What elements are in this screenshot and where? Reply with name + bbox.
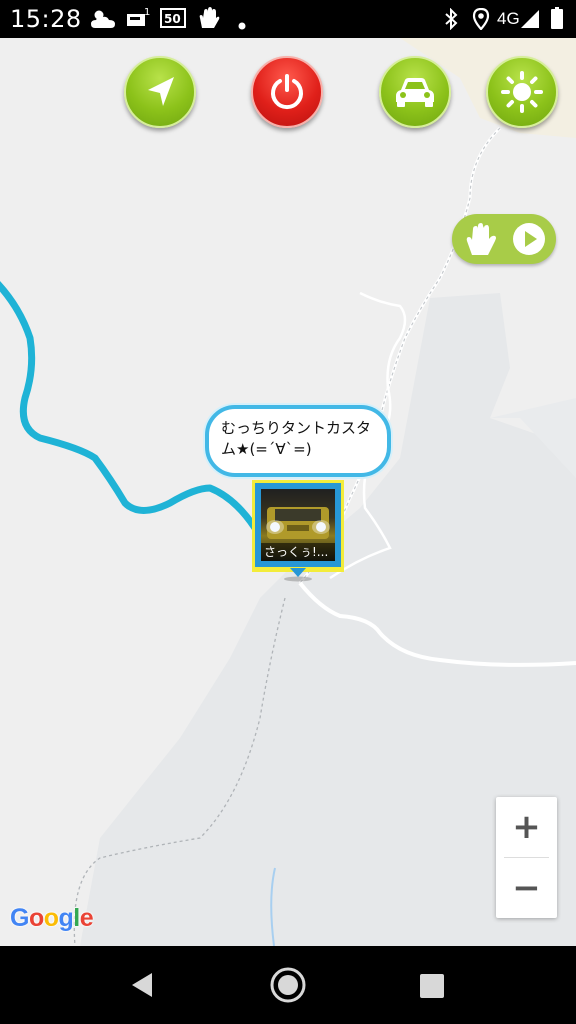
home-button[interactable]	[268, 965, 308, 1005]
bubble-line-2: ム★(=´∀`=)	[221, 440, 312, 458]
google-logo: Google	[10, 904, 94, 932]
bubble-line-1: むっちりタントカスタ	[221, 419, 372, 437]
location-icon	[472, 7, 490, 34]
brightness-button[interactable]	[486, 56, 558, 128]
navigation-arrow-icon	[148, 77, 174, 106]
zoom-controls: + −	[496, 797, 557, 918]
network-type: 4G	[497, 9, 520, 28]
bluetooth-icon	[443, 7, 459, 34]
gesture-control[interactable]	[452, 214, 556, 264]
signal-icon	[520, 9, 540, 33]
car-button[interactable]	[379, 56, 451, 128]
status-bar: 15:28 1 50 4G	[0, 0, 576, 38]
recents-button[interactable]	[419, 973, 445, 999]
power-button[interactable]	[251, 56, 323, 128]
user-marker[interactable]: さっくぅ!...	[252, 480, 344, 582]
power-icon	[271, 74, 303, 110]
zoom-out-button[interactable]: −	[496, 858, 557, 918]
weather-icon	[90, 8, 116, 34]
svg-text:1: 1	[144, 7, 150, 18]
sun-icon	[501, 71, 543, 113]
svg-text:50: 50	[164, 12, 181, 26]
zoom-in-label: +	[512, 807, 541, 847]
gesture-app-icon	[196, 6, 222, 34]
status-time: 15:28	[10, 5, 82, 33]
back-button[interactable]	[128, 970, 158, 1000]
navigation-bar	[0, 946, 576, 1024]
navigate-button[interactable]	[124, 56, 196, 128]
speech-bubble[interactable]: むっちりタントカスタ ム★(=´∀`=)	[205, 405, 391, 477]
hand-icon[interactable]	[462, 221, 500, 257]
marker-pointer	[284, 568, 312, 582]
map-view[interactable]: むっちりタントカスタ ム★(=´∀`=) さっくぅ!... + − Google	[0, 38, 576, 946]
marker-caption: さっくぅ!...	[261, 543, 335, 561]
zoom-out-label: −	[512, 868, 541, 908]
marker-frame: さっくぅ!...	[252, 480, 344, 572]
app-50-icon: 50	[160, 8, 186, 32]
zoom-in-button[interactable]: +	[496, 797, 557, 857]
dot-icon	[238, 15, 246, 34]
car-icon	[396, 78, 434, 107]
battery-icon	[551, 7, 563, 33]
marker-photo: さっくぅ!...	[261, 489, 335, 561]
sim-1-icon: 1	[125, 6, 153, 34]
play-icon[interactable]	[512, 222, 546, 256]
